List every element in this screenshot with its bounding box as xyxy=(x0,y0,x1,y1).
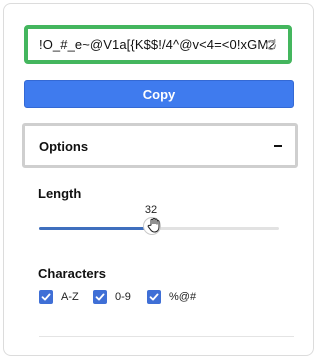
checkbox-label: %@# xyxy=(169,291,197,303)
check-icon xyxy=(41,293,51,301)
length-value: 32 xyxy=(144,204,158,216)
checkbox-box[interactable] xyxy=(93,290,107,304)
checkbox-box[interactable] xyxy=(39,290,53,304)
checkbox-label: A-Z xyxy=(61,291,79,303)
options-title: Options xyxy=(39,139,89,154)
hand-cursor-icon xyxy=(147,218,160,233)
minus-icon[interactable] xyxy=(274,145,282,147)
length-label: Length xyxy=(38,186,82,201)
check-icon xyxy=(149,293,159,301)
checkbox-box[interactable] xyxy=(147,290,161,304)
check-icon xyxy=(95,293,105,301)
options-header[interactable]: Options xyxy=(22,123,298,168)
password-field[interactable]: !O_#_e~@V1a[{K$$!/4^@v<4=<0!xGM2 xyxy=(24,25,292,64)
refresh-icon[interactable] xyxy=(264,38,278,52)
password-value[interactable]: !O_#_e~@V1a[{K$$!/4^@v<4=<0!xGM2 xyxy=(39,37,276,52)
divider xyxy=(39,336,294,337)
length-slider-fill xyxy=(39,227,152,230)
checkbox-label: 0-9 xyxy=(115,291,131,303)
copy-button[interactable]: Copy xyxy=(24,80,294,108)
characters-label: Characters xyxy=(38,266,106,281)
